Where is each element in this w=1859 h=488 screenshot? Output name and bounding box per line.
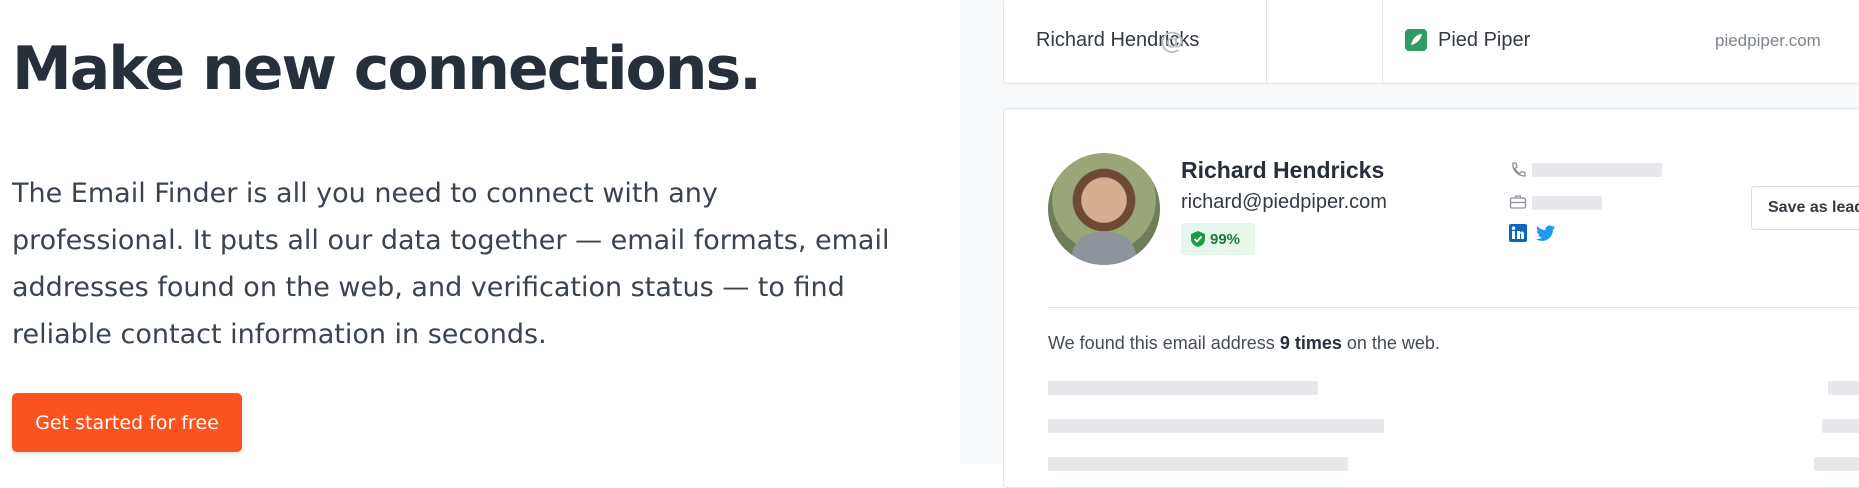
hero-headline: Make new connections. [12, 34, 762, 104]
avatar [1048, 153, 1160, 265]
linkedin-icon[interactable] [1509, 224, 1527, 242]
found-sources-text: We found this email address 9 times on t… [1048, 333, 1440, 353]
phone-icon [1512, 162, 1526, 177]
email-result-card: Richard Hendricks richard@piedpiper.com … [1003, 108, 1859, 488]
company-field[interactable]: Pied Piper [1438, 29, 1530, 52]
source-placeholder [1048, 419, 1384, 433]
phone-placeholder [1532, 163, 1662, 177]
result-email: richard@piedpiper.com [1181, 191, 1387, 213]
save-as-lead-button[interactable]: Save as lead [1751, 186, 1859, 230]
divider [1382, 0, 1383, 83]
confidence-score: 99% [1210, 230, 1241, 248]
pied-piper-logo [1405, 29, 1427, 51]
position-placeholder [1532, 196, 1602, 210]
divider [1266, 0, 1267, 83]
divider [1048, 307, 1859, 308]
result-name: Richard Hendricks [1181, 157, 1385, 183]
twitter-icon[interactable] [1536, 224, 1556, 242]
hero-section: Make new connections. The Email Finder i… [0, 0, 960, 464]
briefcase-icon [1509, 195, 1527, 209]
hero-description: The Email Finder is all you need to conn… [12, 178, 890, 350]
get-started-button[interactable]: Get started for free [12, 393, 242, 452]
source-placeholder [1828, 381, 1859, 395]
source-placeholder [1822, 419, 1859, 433]
shield-check-icon [1191, 231, 1205, 247]
at-icon: @ [1160, 27, 1184, 55]
email-finder-search-bar: Richard Hendricks @ Pied Piper piedpiper… [1003, 0, 1859, 84]
source-placeholder [1048, 457, 1348, 471]
source-placeholder [1814, 457, 1859, 471]
found-count: 9 times [1279, 333, 1342, 353]
domain-text: piedpiper.com [1715, 31, 1821, 50]
verification-badge: 99% [1181, 223, 1255, 255]
source-placeholder [1048, 381, 1318, 395]
